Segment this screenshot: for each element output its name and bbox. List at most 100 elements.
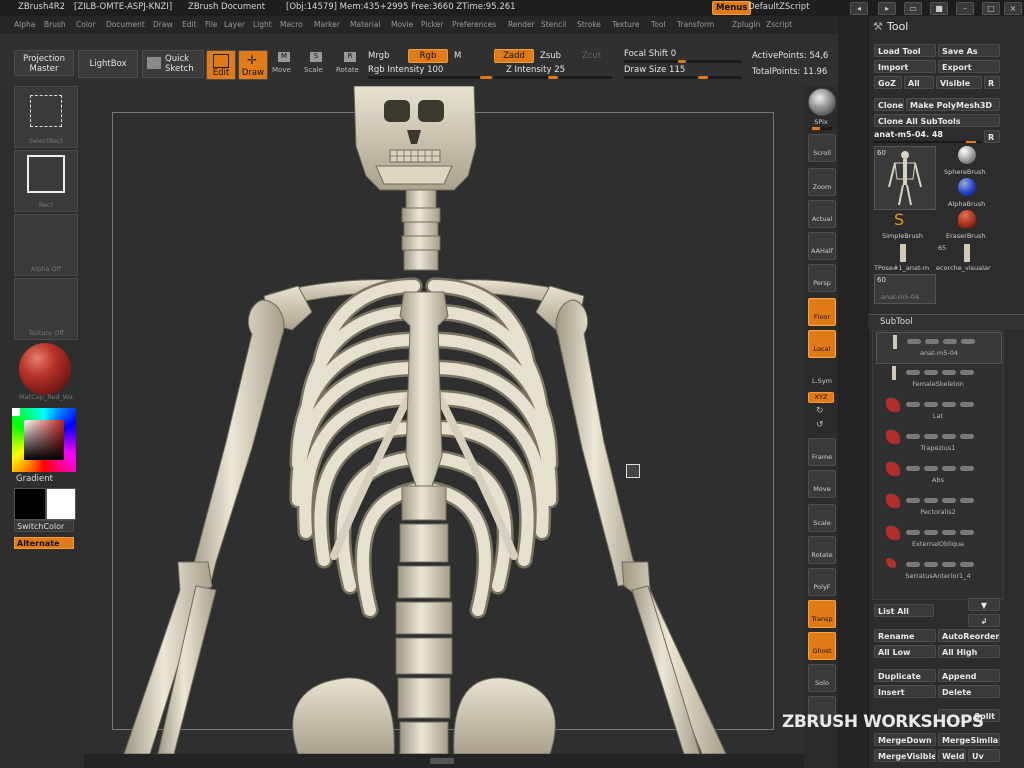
m-toggle[interactable]: M	[454, 51, 461, 61]
tool-palette-title[interactable]: Tool	[887, 20, 908, 33]
menu-texture[interactable]: Texture	[612, 20, 639, 29]
subtool-item-lat[interactable]: Lat	[876, 396, 1000, 426]
eraserbrush-icon[interactable]	[958, 210, 976, 228]
mrgb-toggle[interactable]: Mrgb	[368, 51, 389, 61]
rotate-view-button[interactable]: Rotate	[808, 536, 836, 564]
menu-light[interactable]: Light	[253, 20, 272, 29]
xyz-button[interactable]: XYZ	[808, 392, 834, 403]
save-icon[interactable]: ■	[930, 2, 948, 15]
subtool-toggles[interactable]	[906, 464, 986, 471]
menu-stencil[interactable]: Stencil	[541, 20, 566, 29]
menu-layer[interactable]: Layer	[224, 20, 245, 29]
arrow-right-icon[interactable]: ▸	[878, 2, 896, 15]
clone-button[interactable]: Clone	[874, 98, 904, 111]
menu-stroke[interactable]: Stroke	[577, 20, 601, 29]
menu-render[interactable]: Render	[508, 20, 535, 29]
save-as-button[interactable]: Save As	[938, 44, 1000, 57]
menu-draw[interactable]: Draw	[153, 20, 173, 29]
spix-slider[interactable]	[812, 127, 832, 130]
move-up-icon[interactable]: ↲	[968, 614, 1000, 627]
zsub-toggle[interactable]: Zsub	[540, 51, 561, 61]
all-high-button[interactable]: All High	[938, 645, 1000, 658]
subtool-toggles[interactable]	[906, 496, 986, 503]
goz-all-button[interactable]: All	[904, 76, 934, 89]
minimize-icon[interactable]: –	[956, 2, 974, 15]
move-view-button[interactable]: Move	[808, 470, 836, 498]
merge-down-button[interactable]: MergeDown	[874, 733, 936, 746]
goz-r-button[interactable]: R	[984, 76, 1000, 89]
menu-file[interactable]: File	[205, 20, 218, 29]
actual-button[interactable]: Actual	[808, 200, 836, 228]
subtool-toggles[interactable]	[906, 368, 986, 375]
zadd-toggle[interactable]: Zadd	[494, 49, 534, 63]
zcut-toggle[interactable]: Zcut	[582, 51, 601, 61]
rgb-intensity-slider[interactable]	[368, 76, 492, 79]
arrow-left-icon[interactable]: ◂	[850, 2, 868, 15]
subtool-toggles[interactable]	[907, 337, 987, 344]
palette-toggle-icon[interactable]: ▭	[904, 2, 922, 15]
menu-transform[interactable]: Transform	[677, 20, 714, 29]
polyf-button[interactable]: PolyF	[808, 568, 836, 596]
make-polymesh-button[interactable]: Make PolyMesh3D	[906, 98, 1000, 111]
duplicate-button[interactable]: Duplicate	[874, 669, 936, 682]
subtool-item-anat-m5-04[interactable]: anat-m5-04	[876, 332, 1002, 364]
rgb-toggle[interactable]: Rgb	[408, 49, 448, 63]
alphabrush-icon[interactable]	[958, 178, 976, 196]
move-down-icon[interactable]: ▼	[968, 598, 1000, 611]
ecorche-thumbnail-icon[interactable]	[964, 244, 970, 262]
transp-button[interactable]: Transp	[808, 600, 836, 628]
subtool-toggles[interactable]	[906, 432, 986, 439]
secondary-color-swatch[interactable]	[14, 488, 46, 520]
rotate-z-icon[interactable]: ↺	[816, 420, 824, 430]
projection-master-button[interactable]: Projection Master	[14, 50, 74, 76]
alternate-button[interactable]: Alternate	[14, 537, 74, 549]
simplebrush-icon[interactable]: S	[894, 210, 904, 229]
default-zscript-button[interactable]: DefaultZScript	[748, 2, 810, 12]
load-tool-button[interactable]: Load Tool	[874, 44, 936, 57]
material-button[interactable]: MatCap_Red_Wa	[14, 342, 78, 404]
delete-button[interactable]: Delete	[938, 685, 1000, 698]
auto-reorder-button[interactable]: AutoReorder	[938, 629, 1000, 642]
lightbox-button[interactable]: LightBox	[78, 50, 138, 78]
switch-color-button[interactable]: SwitchColor	[14, 520, 74, 532]
merge-visible-button[interactable]: MergeVisible	[874, 749, 936, 762]
list-all-button[interactable]: List All	[874, 604, 934, 617]
subtool-item-abs[interactable]: Abs	[876, 460, 1000, 490]
alpha-button[interactable]: Alpha Off	[14, 214, 78, 276]
scale-mode-button[interactable]: S Scale	[304, 52, 326, 78]
move-mode-button[interactable]: M Move	[272, 52, 294, 78]
scale-view-button[interactable]: Scale	[808, 504, 836, 532]
subtool-item-externaloblique[interactable]: ExternalOblique	[876, 524, 1000, 554]
floor-button[interactable]: Floor	[808, 298, 836, 326]
append-button[interactable]: Append	[938, 669, 1000, 682]
edit-mode-button[interactable]: Edit	[206, 50, 236, 80]
insert-button[interactable]: Insert	[874, 685, 936, 698]
menus-button[interactable]: Menus	[712, 1, 752, 15]
maximize-icon[interactable]: □	[982, 2, 1000, 15]
menu-material[interactable]: Material	[350, 20, 380, 29]
document-canvas[interactable]	[84, 86, 804, 754]
current-tool-r-button[interactable]: R	[984, 130, 1000, 143]
menu-picker[interactable]: Picker	[421, 20, 443, 29]
aahalf-button[interactable]: AAHalf	[808, 232, 836, 260]
menu-zplugin[interactable]: Zplugin	[732, 20, 760, 29]
rotate-mode-button[interactable]: R Rotate	[336, 52, 362, 78]
menu-tool[interactable]: Tool	[651, 20, 666, 29]
subtool-header[interactable]: SubTool	[868, 314, 1024, 329]
draw-size-slider[interactable]	[624, 76, 742, 79]
close-icon[interactable]: ×	[1004, 2, 1022, 15]
zoom-button[interactable]: Zoom	[808, 168, 836, 196]
goz-button[interactable]: GoZ	[874, 76, 902, 89]
ghost-button[interactable]: Ghost	[808, 632, 836, 660]
rename-button[interactable]: Rename	[874, 629, 936, 642]
rotate-y-icon[interactable]: ↻	[816, 406, 824, 416]
subtool-item-serratusanterior1-4[interactable]: SerratusAnterior1_4	[876, 556, 1000, 586]
lsym-button[interactable]: L.Sym	[808, 364, 836, 392]
menu-alpha[interactable]: Alpha	[14, 20, 35, 29]
menu-marker[interactable]: Marker	[314, 20, 340, 29]
local-button[interactable]: Local	[808, 330, 836, 358]
skeleton-model[interactable]	[84, 86, 804, 754]
subtool-toggles[interactable]	[906, 560, 986, 567]
quick-sketch-button[interactable]: Quick Sketch	[142, 50, 204, 78]
tpose-thumbnail-icon[interactable]	[900, 244, 906, 262]
